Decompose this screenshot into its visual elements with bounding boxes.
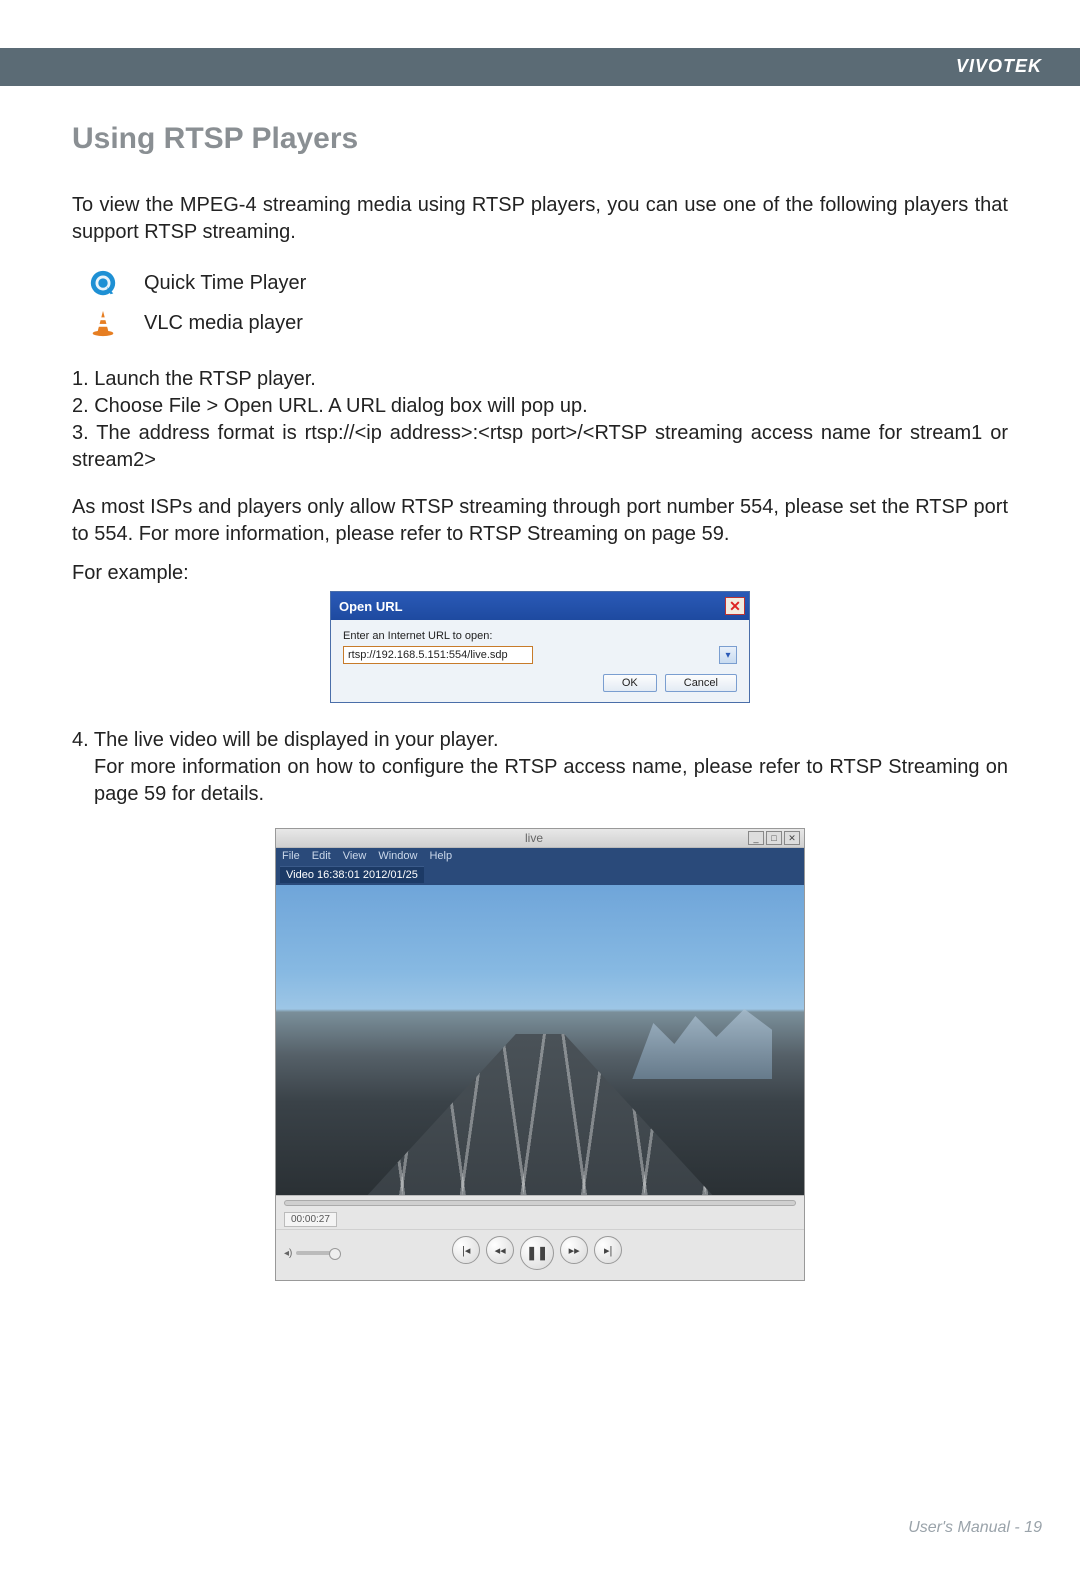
skip-back-icon[interactable]: |◂ — [452, 1236, 480, 1264]
video-frame — [276, 885, 804, 1195]
transport-buttons: |◂ ◂◂ ❚❚ ▸▸ ▸| — [346, 1236, 728, 1270]
progress-area: 00:00:27 — [276, 1195, 804, 1229]
menu-file[interactable]: File — [282, 850, 300, 862]
player-label: Quick Time Player — [144, 272, 306, 295]
menu-edit[interactable]: Edit — [312, 850, 331, 862]
step-4-line2: For more information on how to configure… — [72, 754, 1008, 808]
media-menubar: File Edit View Window Help — [276, 848, 804, 864]
open-url-dialog: Open URL ✕ Enter an Internet URL to open… — [330, 591, 750, 703]
forward-icon[interactable]: ▸▸ — [560, 1236, 588, 1264]
page-content: Using RTSP Players To view the MPEG-4 st… — [0, 86, 1080, 1281]
speaker-icon: ◂) — [284, 1248, 292, 1259]
media-player-figure: live _ □ ✕ File Edit View Window Help Vi… — [72, 828, 1008, 1281]
menu-help[interactable]: Help — [429, 850, 452, 862]
page-number: 19 — [1024, 1519, 1042, 1536]
ok-button[interactable]: OK — [603, 674, 657, 692]
media-controls: ◂) |◂ ◂◂ ❚❚ ▸▸ ▸| — [276, 1229, 804, 1280]
close-icon[interactable]: ✕ — [725, 597, 745, 615]
brand-label: VIVOTEK — [956, 56, 1042, 77]
player-row-vlc: VLC media player — [86, 306, 1008, 340]
note-paragraph: As most ISPs and players only allow RTSP… — [72, 494, 1008, 548]
menu-view[interactable]: View — [343, 850, 367, 862]
maximize-icon[interactable]: □ — [766, 831, 782, 845]
step4-block: 4. The live video will be displayed in y… — [72, 727, 1008, 808]
step-4-line1: 4. The live video will be displayed in y… — [72, 727, 1008, 754]
window-buttons: _ □ ✕ — [748, 831, 800, 845]
pause-icon[interactable]: ❚❚ — [520, 1236, 554, 1270]
page-footer: User's Manual - 19 — [908, 1519, 1042, 1537]
dialog-field-label: Enter an Internet URL to open: — [343, 630, 737, 642]
header-band: VIVOTEK — [0, 48, 1080, 86]
volume-control[interactable]: ◂) — [284, 1248, 338, 1259]
dropdown-icon[interactable]: ▾ — [719, 646, 737, 664]
dialog-titlebar: Open URL ✕ — [331, 592, 749, 620]
step-3: 3. The address format is rtsp://<ip addr… — [72, 420, 1008, 474]
cancel-button[interactable]: Cancel — [665, 674, 737, 692]
quicktime-icon — [86, 266, 120, 300]
step-2: 2. Choose File > Open URL. A URL dialog … — [72, 393, 1008, 420]
media-titlebar: live _ □ ✕ — [276, 829, 804, 848]
step-1: 1. Launch the RTSP player. — [72, 366, 1008, 393]
dialog-title: Open URL — [339, 599, 403, 614]
close-icon[interactable]: ✕ — [784, 831, 800, 845]
dialog-figure: Open URL ✕ Enter an Internet URL to open… — [72, 591, 1008, 703]
player-label: VLC media player — [144, 312, 303, 335]
volume-slider[interactable] — [296, 1251, 338, 1255]
timestamp-row: Video 16:38:01 2012/01/25 — [276, 864, 804, 885]
vlc-icon — [86, 306, 120, 340]
menu-window[interactable]: Window — [378, 850, 417, 862]
example-label: For example: — [72, 562, 1008, 585]
skip-forward-icon[interactable]: ▸| — [594, 1236, 622, 1264]
intro-paragraph: To view the MPEG-4 streaming media using… — [72, 192, 1008, 246]
section-title: Using RTSP Players — [72, 122, 1008, 156]
steps-list: 1. Launch the RTSP player. 2. Choose Fil… — [72, 366, 1008, 474]
footer-text: User's Manual - — [908, 1519, 1024, 1536]
player-list: Quick Time Player VLC media player — [86, 266, 1008, 340]
minimize-icon[interactable]: _ — [748, 831, 764, 845]
dialog-body: Enter an Internet URL to open: ▾ OK Canc… — [331, 620, 749, 702]
elapsed-time: 00:00:27 — [284, 1212, 337, 1227]
media-player-window: live _ □ ✕ File Edit View Window Help Vi… — [275, 828, 805, 1281]
url-input[interactable] — [343, 646, 533, 664]
progress-bar[interactable] — [284, 1200, 796, 1206]
media-window-title: live — [320, 831, 748, 845]
dialog-buttons: OK Cancel — [343, 674, 737, 692]
url-row: ▾ — [343, 646, 737, 664]
player-row-quicktime: Quick Time Player — [86, 266, 1008, 300]
rewind-icon[interactable]: ◂◂ — [486, 1236, 514, 1264]
video-timestamp: Video 16:38:01 2012/01/25 — [280, 866, 424, 883]
